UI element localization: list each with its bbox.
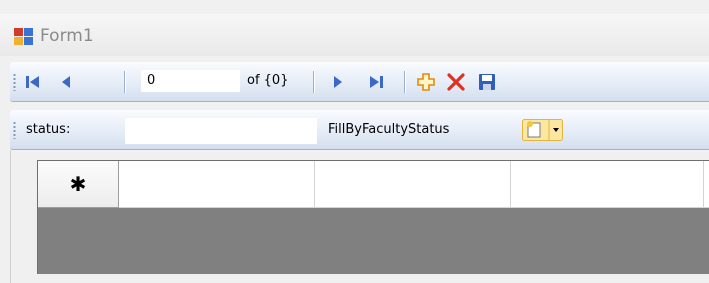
grid-cell[interactable] — [511, 161, 704, 208]
new-item-split-button[interactable] — [522, 119, 563, 141]
title-bar: Form1 — [0, 14, 709, 56]
fill-by-faculty-status-button[interactable]: FillByFacultyStatus — [328, 122, 449, 137]
add-new-icon[interactable] — [416, 72, 436, 92]
move-last-icon[interactable] — [366, 72, 386, 92]
new-row-marker-icon: ✱ — [69, 172, 87, 196]
binding-navigator: of {0} — [10, 62, 709, 102]
save-icon[interactable] — [477, 72, 497, 92]
form-window: Form1 of {0} — [0, 0, 709, 283]
toolbar-separator — [404, 71, 405, 93]
form-icon — [14, 28, 33, 45]
grid-cell[interactable] — [119, 161, 315, 208]
delete-icon[interactable] — [446, 72, 466, 92]
toolbar-grip[interactable] — [13, 73, 16, 91]
grid-cell[interactable] — [704, 161, 709, 208]
toolbar-grip[interactable] — [13, 121, 16, 139]
position-input[interactable] — [141, 70, 240, 92]
window-title: Form1 — [40, 26, 94, 46]
record-count-label: of {0} — [247, 73, 289, 88]
toolbar-separator — [124, 71, 125, 93]
grid-cell[interactable] — [315, 161, 511, 208]
move-previous-icon[interactable] — [56, 72, 76, 92]
data-grid[interactable]: ✱ — [37, 160, 709, 274]
new-row[interactable]: ✱ — [38, 161, 709, 208]
row-header[interactable]: ✱ — [38, 161, 119, 208]
fill-toolstrip: status: FillByFacultyStatus — [10, 110, 709, 150]
status-input[interactable] — [125, 118, 317, 144]
status-label: status: — [26, 122, 71, 137]
toolbar-separator — [313, 71, 314, 93]
form-client-edge — [10, 150, 11, 283]
move-first-icon[interactable] — [23, 72, 43, 92]
move-next-icon[interactable] — [328, 72, 348, 92]
